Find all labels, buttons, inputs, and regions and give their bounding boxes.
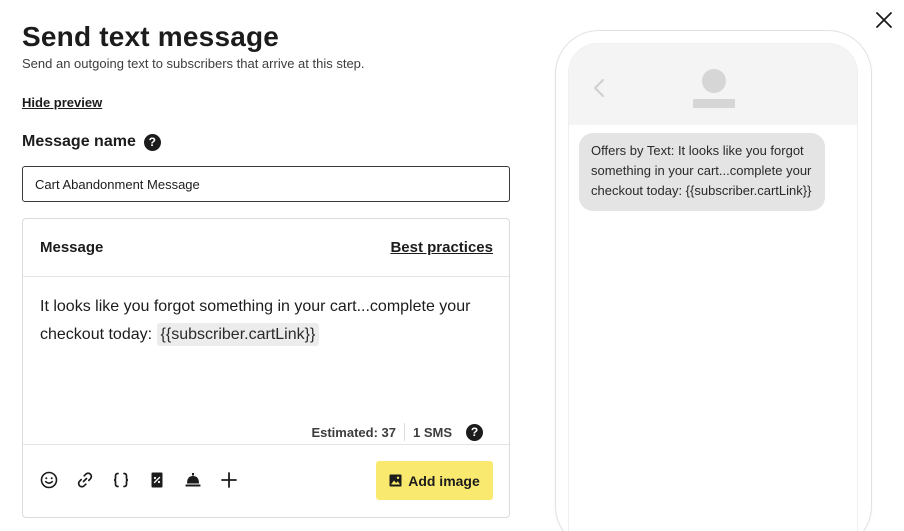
plus-icon (221, 472, 237, 488)
variable-braces-icon (113, 472, 129, 488)
help-icon[interactable]: ? (143, 133, 161, 151)
estimate-row: Estimated: 37 1 SMS ? (311, 423, 483, 441)
message-heading: Message (40, 239, 104, 256)
hide-preview-link[interactable]: Hide preview (22, 95, 102, 111)
sms-preview-bubble: Offers by Text: It looks like you forgot… (579, 133, 825, 211)
emoji-icon (40, 471, 58, 489)
message-name-input[interactable] (22, 166, 510, 202)
page-title: Send text message (22, 21, 280, 52)
best-practices-link[interactable]: Best practices (390, 239, 493, 257)
add-image-label: Add image (408, 472, 480, 489)
estimated-characters: Estimated: 37 (311, 424, 396, 440)
contact-avatar-icon (693, 69, 735, 108)
close-icon (876, 12, 892, 28)
link-icon (77, 472, 93, 488)
phone-preview-header (569, 44, 857, 125)
estimate-divider (403, 423, 405, 441)
concierge-bell-icon (185, 473, 201, 487)
sms-count: 1 SMS (412, 424, 452, 440)
help-icon[interactable]: ? (466, 423, 483, 441)
chevron-left-icon (594, 79, 604, 97)
message-name-label: Message name (22, 133, 136, 150)
message-card: Message Best practices It looks like you… (22, 218, 510, 518)
insert-coupon-button[interactable] (146, 469, 168, 491)
emoji-button[interactable] (38, 469, 60, 491)
more-options-button[interactable] (218, 469, 240, 491)
coupon-icon (151, 472, 163, 488)
message-toolbar: Add image (23, 444, 509, 518)
message-name-label-row: Message name ? (22, 132, 161, 152)
image-icon (389, 474, 402, 487)
add-image-button[interactable]: Add image (376, 461, 493, 500)
merge-tag-token[interactable]: {{subscriber.cartLink}} (156, 323, 320, 346)
page-subtitle: Send an outgoing text to subscribers tha… (22, 56, 365, 71)
message-card-header: Message Best practices (23, 219, 509, 277)
insert-variable-button[interactable] (110, 469, 132, 491)
phone-preview-screen: Offers by Text: It looks like you forgot… (568, 43, 858, 531)
insert-link-button[interactable] (74, 469, 96, 491)
close-button[interactable] (873, 9, 895, 31)
concierge-button[interactable] (182, 469, 204, 491)
message-body-editor[interactable]: It looks like you forgot something in yo… (40, 293, 490, 349)
